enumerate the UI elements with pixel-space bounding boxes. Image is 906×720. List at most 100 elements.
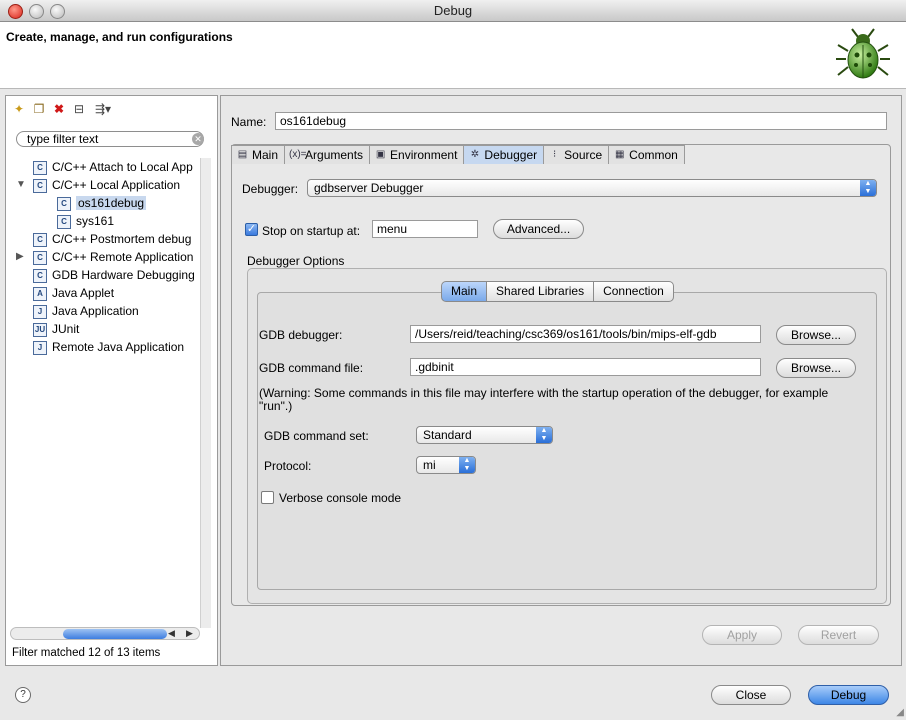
debugger-label: Debugger: [242, 182, 299, 196]
left-toolbar: ✦ ❐ ✖ ⊟ ⇶▾ [12, 100, 114, 118]
tab-label: Source [564, 148, 603, 162]
launch-config-icon: C [33, 160, 47, 175]
launch-config-icon: C [33, 268, 47, 283]
tree-item-label: Java Application [52, 304, 139, 318]
configuration-list-panel: ✦ ❐ ✖ ⊟ ⇶▾ type filter text ✕ C C/C++ Att… [5, 95, 218, 666]
launch-config-icon: JU [33, 322, 47, 337]
browse-gdb-debugger-button[interactable]: Browse... [776, 325, 856, 345]
name-label: Name: [231, 115, 267, 129]
gdb-command-set-select[interactable]: Standard ▲ ▼ [416, 426, 553, 444]
tab-label: Common [629, 148, 678, 162]
tree-item-label: C/C++ Local Application [52, 178, 181, 192]
protocol-value: mi [423, 458, 436, 472]
tree-item[interactable]: C GDB Hardware Debugging [33, 266, 195, 284]
debugger-options-title: Debugger Options [247, 254, 345, 268]
tree-item[interactable]: J Remote Java Application [33, 338, 184, 356]
tab-label: Arguments [305, 148, 364, 162]
tree-item[interactable]: Cos161debug [57, 194, 147, 212]
apply-button[interactable]: Apply [702, 625, 782, 645]
stop-on-startup-label: Stop on startup at: [262, 224, 361, 238]
gdb-command-file-input[interactable]: .gdbinit [410, 358, 761, 376]
tab-debugger[interactable]: ✲ Debugger [463, 145, 545, 164]
launch-config-icon: C [33, 232, 47, 247]
tree-item-label: Remote Java Application [52, 340, 185, 354]
configuration-tree: C C/C++ Attach to Local App ▼ C C/C++ Local … [6, 158, 200, 628]
gdb-command-set-label: GDB command set: [264, 429, 369, 443]
title-bar: Debug [0, 0, 906, 22]
tree-item[interactable]: JU JUnit [33, 320, 79, 338]
select-arrows-icon: ▲ ▼ [459, 457, 475, 473]
tree-item[interactable]: C C/C++ Attach to Local App [33, 158, 193, 176]
tree-item[interactable]: C C/C++ Postmortem debug [33, 230, 191, 248]
scroll-left-icon[interactable]: ◀ [168, 628, 175, 639]
window-title: Debug [433, 3, 473, 18]
launch-config-icon: J [33, 340, 47, 355]
gdb-debugger-input[interactable]: /Users/reid/teaching/csc369/os161/tools/… [410, 325, 761, 343]
browse-gdb-command-file-button[interactable]: Browse... [776, 358, 856, 378]
tree-item[interactable]: C C/C++ Remote Application [33, 248, 193, 266]
tree-item[interactable]: Csys161 [57, 212, 114, 230]
stop-on-startup-input[interactable]: menu [372, 220, 478, 238]
select-arrows-icon: ▲ ▼ [860, 180, 876, 196]
tree-vertical-scrollbar[interactable] [200, 158, 211, 628]
debugger-select[interactable]: gdbserver Debugger ▲ ▼ [307, 179, 877, 197]
clear-filter-icon[interactable]: ✕ [192, 133, 204, 145]
scrollbar-thumb[interactable] [63, 629, 167, 639]
tab-icon: ✲ [470, 149, 480, 160]
verbose-console-checkbox[interactable] [261, 491, 274, 504]
tab-strip: ▤ Main (x)= Arguments ▣ Environment ✲ Debugger ⁝… [231, 145, 685, 164]
tree-item-label: C/C++ Postmortem debug [52, 232, 192, 246]
launch-config-icon: C [57, 214, 71, 229]
tree-item[interactable]: C C/C++ Local Application [33, 176, 180, 194]
gdb-debugger-label: GDB debugger: [259, 328, 343, 342]
filter-status: Filter matched 12 of 13 items [12, 647, 161, 659]
launch-config-icon: C [33, 250, 47, 265]
tab-arguments[interactable]: (x)= Arguments [284, 145, 371, 164]
new-configuration-icon[interactable]: ✦ [12, 102, 26, 116]
tab-label: Environment [390, 148, 458, 162]
tree-item-label: sys161 [76, 214, 115, 228]
tree-expander-icon[interactable]: ▶ [16, 251, 24, 262]
resize-grip-icon[interactable]: ◢ [896, 707, 904, 718]
tab-source[interactable]: ⁝ Source [543, 145, 610, 164]
tab-main[interactable]: ▤ Main [231, 145, 286, 164]
tree-item-label: C/C++ Remote Application [52, 250, 194, 264]
tree-item[interactable]: J Java Application [33, 302, 139, 320]
bug-icon [836, 28, 890, 79]
filter-menu-icon[interactable]: ⇶▾ [92, 102, 114, 116]
tab-environment[interactable]: ▣ Environment [369, 145, 465, 164]
tree-item[interactable]: A Java Applet [33, 284, 114, 302]
tab-icon: ⁝ [553, 149, 557, 160]
collapse-all-icon[interactable]: ⊟ [72, 102, 86, 116]
subtab-shared-libraries[interactable]: Shared Libraries [486, 281, 595, 302]
duplicate-configuration-icon[interactable]: ❐ [32, 102, 46, 116]
tab-icon: ▣ [375, 149, 386, 160]
gdb-command-set-value: Standard [423, 428, 472, 442]
debugger-options-subtabs: Main Shared Libraries Connection [441, 281, 674, 302]
debug-button[interactable]: Debug [808, 685, 889, 705]
tab-common[interactable]: ▦ Common [608, 145, 685, 164]
stop-on-startup-checkbox[interactable]: ✓ [245, 223, 258, 236]
close-button[interactable]: Close [711, 685, 791, 705]
protocol-label: Protocol: [264, 459, 312, 473]
debugger-select-value: gdbserver Debugger [314, 181, 424, 195]
revert-button[interactable]: Revert [798, 625, 879, 645]
help-icon[interactable]: ? [15, 687, 31, 703]
delete-configuration-icon[interactable]: ✖ [52, 102, 66, 116]
name-input[interactable]: os161debug [275, 112, 887, 130]
tab-icon: (x)= [289, 149, 307, 160]
subtab-connection[interactable]: Connection [593, 281, 674, 302]
advanced-button[interactable]: Advanced... [493, 219, 584, 239]
launch-config-icon: J [33, 304, 47, 319]
scroll-right-icon[interactable]: ▶ [186, 628, 193, 639]
subtab-main[interactable]: Main [441, 281, 488, 302]
tree-item-label: JUnit [52, 322, 80, 336]
tree-expander-icon[interactable]: ▼ [16, 179, 26, 190]
protocol-select[interactable]: mi ▲ ▼ [416, 456, 476, 474]
tree-item-label: os161debug [76, 196, 147, 210]
configuration-editor-panel: Name: os161debug ▤ Main (x)= Arguments ▣ Envi… [220, 95, 902, 666]
filter-input[interactable]: type filter text [16, 131, 204, 147]
tab-label: Debugger [484, 148, 538, 162]
tree-item-label: Java Applet [52, 286, 115, 300]
tab-icon: ▤ [237, 149, 248, 160]
